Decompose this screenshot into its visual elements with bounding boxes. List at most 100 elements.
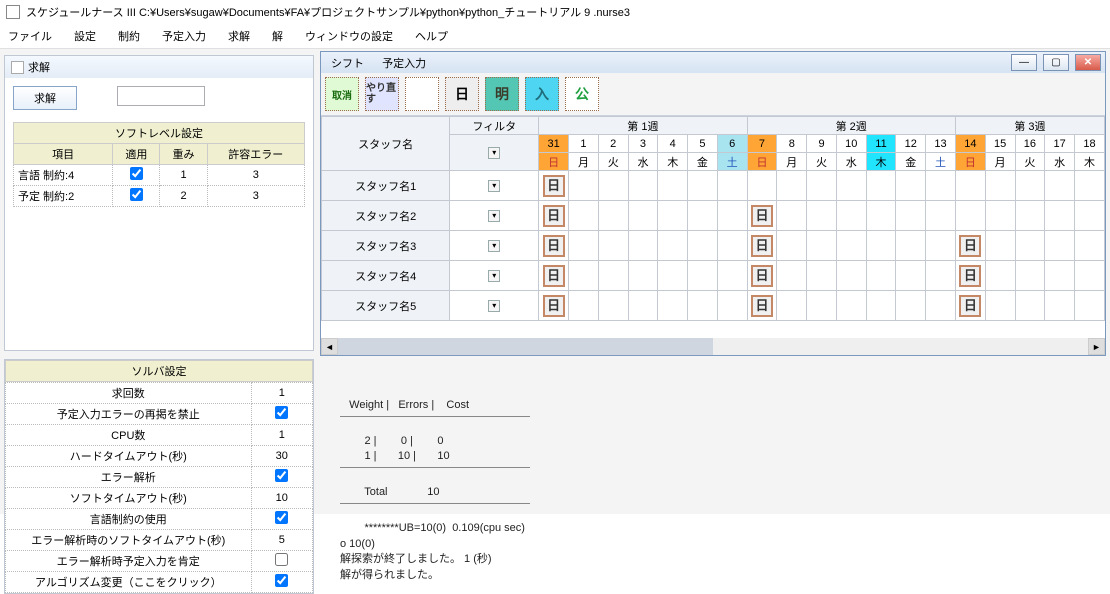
shift-chip[interactable]: 日 (959, 295, 981, 317)
redo-button[interactable]: やり直す (365, 77, 399, 111)
schedule-cell[interactable] (688, 291, 718, 321)
schedule-cell[interactable] (926, 201, 956, 231)
solver-checkbox[interactable] (275, 574, 288, 587)
date-cell[interactable]: 7 (747, 135, 777, 153)
schedule-cell[interactable]: 日 (539, 171, 569, 201)
allow-cell[interactable]: 3 (207, 186, 304, 207)
schedule-cell[interactable]: 日 (747, 231, 777, 261)
schedule-cell[interactable] (777, 201, 807, 231)
schedule-cell[interactable] (628, 171, 658, 201)
schedule-cell[interactable] (777, 261, 807, 291)
shift-chip[interactable]: 日 (543, 175, 565, 197)
day-button[interactable]: 日 (445, 77, 479, 111)
schedule-cell[interactable] (807, 261, 837, 291)
schedule-cell[interactable] (777, 291, 807, 321)
schedule-cell[interactable] (836, 291, 866, 321)
schedule-cell[interactable] (569, 231, 599, 261)
menu-solve[interactable]: 求解 (224, 26, 254, 46)
schedule-cell[interactable] (896, 171, 926, 201)
solve-button[interactable]: 求解 (13, 86, 77, 110)
shift-chip[interactable]: 日 (543, 295, 565, 317)
menu-help[interactable]: ヘルプ (411, 26, 452, 46)
schedule-cell[interactable]: 日 (539, 291, 569, 321)
allow-cell[interactable]: 3 (207, 165, 304, 186)
schedule-cell[interactable] (777, 231, 807, 261)
schedule-cell[interactable] (569, 201, 599, 231)
solver-value[interactable]: 1 (279, 387, 285, 399)
filter-cell[interactable]: ▾ (450, 201, 539, 231)
shift-chip[interactable]: 日 (543, 205, 565, 227)
date-cell[interactable]: 13 (926, 135, 956, 153)
schedule-cell[interactable] (926, 171, 956, 201)
schedule-cell[interactable]: 日 (539, 261, 569, 291)
date-cell[interactable]: 1 (569, 135, 599, 153)
date-cell[interactable]: 10 (836, 135, 866, 153)
solve-input[interactable] (117, 86, 205, 106)
schedule-cell[interactable] (955, 171, 985, 201)
schedule-cell[interactable] (1015, 291, 1045, 321)
schedule-cell[interactable] (836, 201, 866, 231)
schedule-cell[interactable]: 日 (955, 231, 985, 261)
schedule-table[interactable]: スタッフ名フィルタ第 1週第 2週第 3週▾311234567891011121… (321, 116, 1105, 321)
apply-checkbox[interactable] (113, 165, 160, 186)
solver-checkbox[interactable] (275, 469, 288, 482)
shift-chip[interactable]: 日 (959, 235, 981, 257)
schedule-cell[interactable] (628, 291, 658, 321)
schedule-cell[interactable]: 日 (539, 201, 569, 231)
schedule-cell[interactable] (1015, 261, 1045, 291)
filter-cell[interactable]: ▾ (450, 171, 539, 201)
date-cell[interactable]: 5 (688, 135, 718, 153)
schedule-cell[interactable] (1015, 201, 1045, 231)
schedule-cell[interactable] (598, 261, 628, 291)
schedule-cell[interactable] (866, 291, 896, 321)
schedule-cell[interactable] (807, 291, 837, 321)
date-cell[interactable]: 17 (1045, 135, 1075, 153)
schedule-cell[interactable] (628, 261, 658, 291)
schedule-cell[interactable] (1045, 261, 1075, 291)
schedule-cell[interactable] (896, 261, 926, 291)
schedule-cell[interactable] (866, 231, 896, 261)
date-cell[interactable]: 16 (1015, 135, 1045, 153)
schedule-cell[interactable] (1075, 291, 1105, 321)
schedule-cell[interactable] (1045, 201, 1075, 231)
schedule-cell[interactable]: 日 (539, 231, 569, 261)
shift-chip[interactable]: 日 (751, 205, 773, 227)
schedule-cell[interactable] (598, 231, 628, 261)
shift-chip[interactable]: 日 (751, 265, 773, 287)
horizontal-scrollbar[interactable]: ◄ ► (321, 338, 1105, 355)
maximize-button[interactable]: ▢ (1043, 54, 1069, 71)
menu-setting[interactable]: 設定 (70, 26, 100, 46)
schedule-cell[interactable] (807, 201, 837, 231)
schedule-cell[interactable] (598, 201, 628, 231)
schedule-cell[interactable] (688, 201, 718, 231)
schedule-cell[interactable] (926, 291, 956, 321)
schedule-cell[interactable]: 日 (747, 291, 777, 321)
schedule-cell[interactable] (777, 171, 807, 201)
filter-cell[interactable]: ▾ (450, 261, 539, 291)
blank-button[interactable] (405, 77, 439, 111)
schedule-cell[interactable] (569, 261, 599, 291)
schedule-cell[interactable] (807, 231, 837, 261)
schedule-cell[interactable] (598, 291, 628, 321)
menu-file[interactable]: ファイル (4, 26, 56, 46)
schedule-cell[interactable] (836, 171, 866, 201)
schedule-cell[interactable] (896, 231, 926, 261)
schedule-cell[interactable] (1015, 171, 1045, 201)
menu-window-setting[interactable]: ウィンドウの設定 (301, 26, 397, 46)
schedule-cell[interactable] (717, 171, 747, 201)
solver-value[interactable]: 5 (279, 534, 285, 546)
morning-button[interactable]: 明 (485, 77, 519, 111)
staff-row-header[interactable]: スタッフ名5 (322, 291, 450, 321)
schedule-cell[interactable] (658, 261, 688, 291)
menu-result[interactable]: 解 (268, 26, 287, 46)
schedule-cell[interactable]: 日 (955, 261, 985, 291)
staff-row-header[interactable]: スタッフ名2 (322, 201, 450, 231)
schedule-cell[interactable] (866, 171, 896, 201)
menu-schedule[interactable]: 予定入力 (158, 26, 210, 46)
holiday-button[interactable]: 公 (565, 77, 599, 111)
schedule-cell[interactable] (985, 201, 1015, 231)
weight-cell[interactable]: 2 (160, 186, 207, 207)
shift-chip[interactable]: 日 (543, 265, 565, 287)
schedule-cell[interactable] (926, 261, 956, 291)
enter-button[interactable]: 入 (525, 77, 559, 111)
